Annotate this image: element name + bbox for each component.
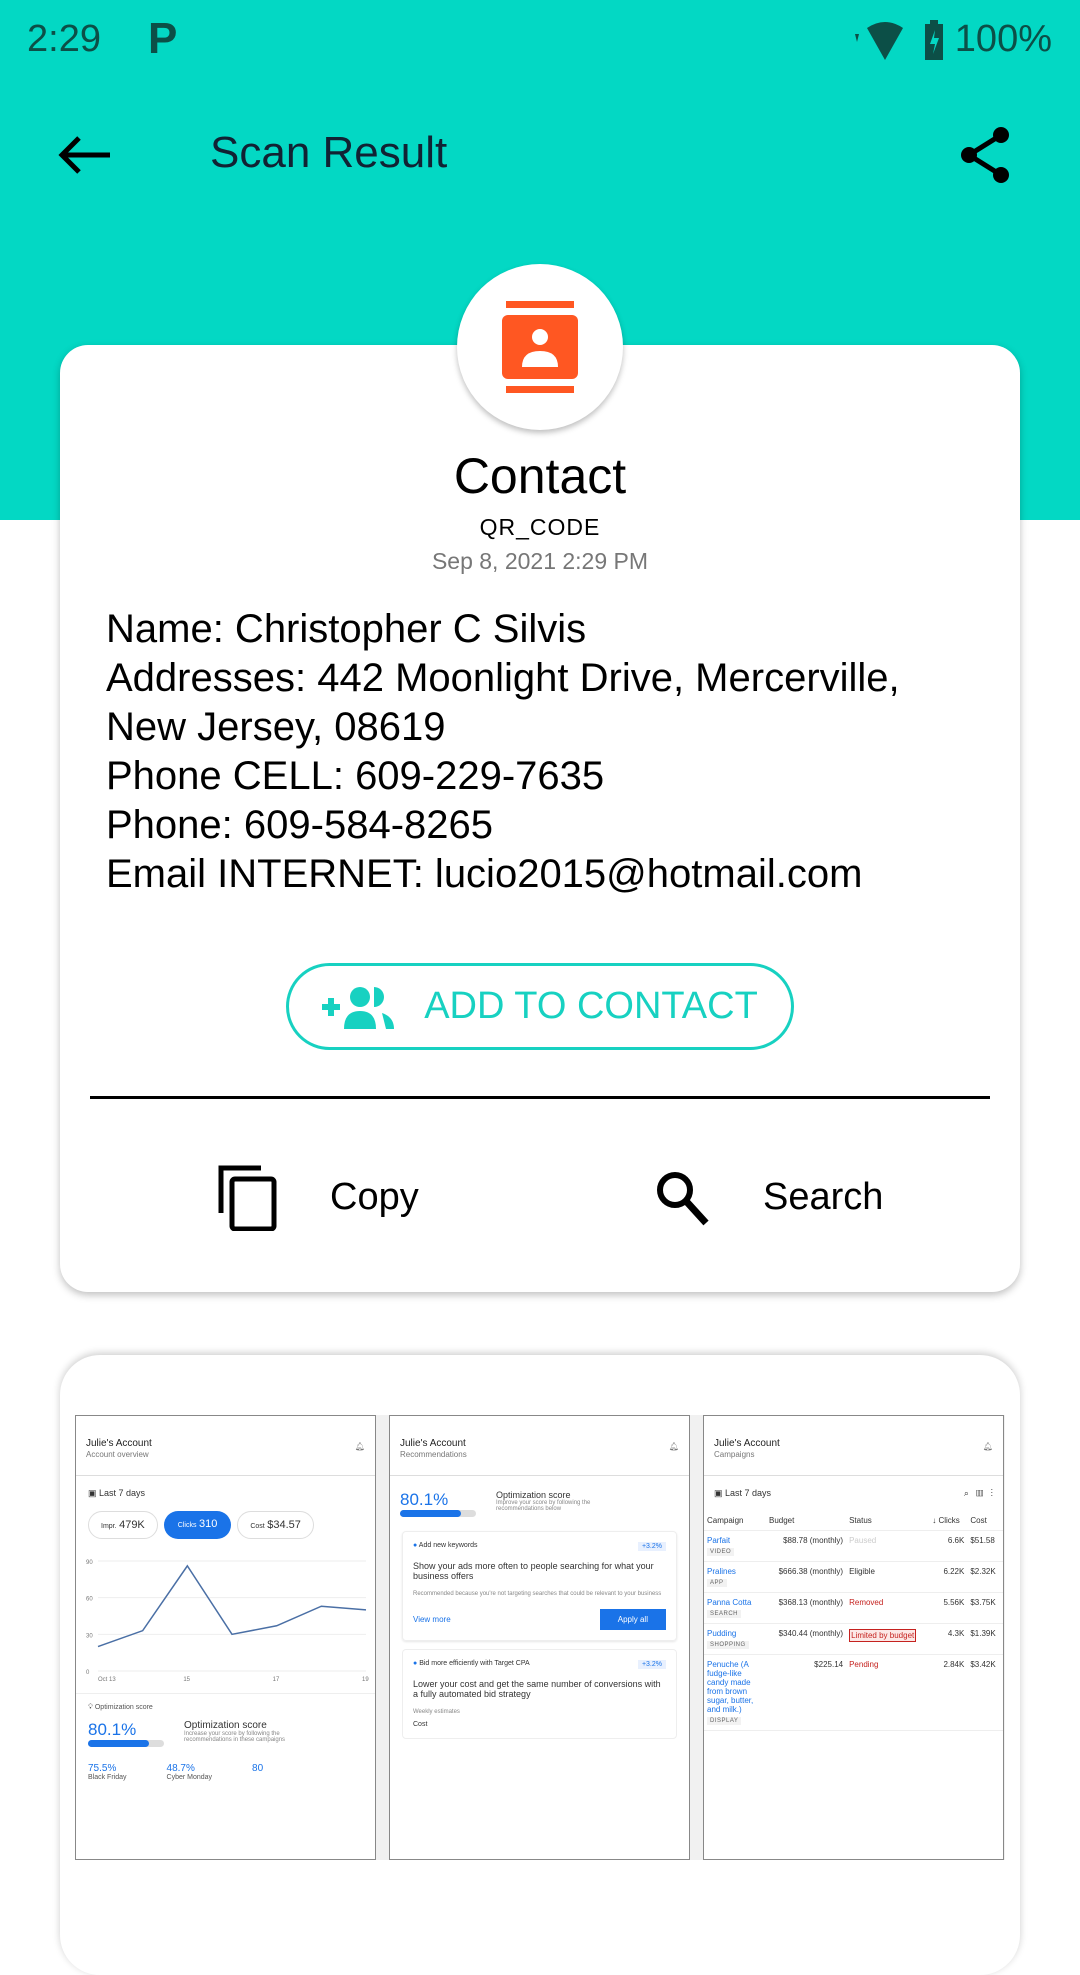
metric-clicks: Clicks 310 — [163, 1511, 232, 1539]
ad-panel-campaigns: Julie's Account Campaigns 🔔︎ ▣ Last 7 days… — [703, 1415, 1004, 1860]
campaign-row: Pralines APP $666.38 (monthly) Eligible 6.22… — [704, 1561, 1003, 1593]
table-tools-icons: ⌕ ▥ ⋮ — [963, 1488, 993, 1498]
campaign-row: Penuche (A fudge-like candy made from br… — [704, 1654, 1003, 1731]
opt-score: 80.1% — [88, 1720, 137, 1739]
clock: 2:29 — [27, 18, 101, 60]
campaign-row: Pudding SHOPPING $340.44 (monthly) Limited … — [704, 1623, 1003, 1655]
opt-section: 💡︎ Optimization score — [76, 1693, 375, 1712]
date-range-label: Last 7 days — [725, 1488, 772, 1498]
search-label: Search — [763, 1176, 884, 1218]
x-tick-label: 15 — [183, 1677, 190, 1683]
panel-subtitle: Campaigns — [714, 1450, 755, 1459]
contact-card-icon — [502, 301, 578, 393]
recommendation-card: ● Bid more efficiently with Target CPA +3… — [402, 1649, 677, 1739]
ad-card[interactable]: Julie's Account Account overview 🔔︎ ▣ Last… — [60, 1355, 1020, 1975]
apply-all-button: Apply all — [599, 1609, 666, 1630]
search-button[interactable]: Search — [655, 1160, 883, 1235]
campaign-table: Campaign Budget Status ↓ Clicks Cost Parfait… — [704, 1511, 1003, 1731]
ad-image[interactable]: Julie's Account Account overview 🔔︎ ▣ Last… — [75, 1415, 1005, 1860]
x-tick-label: Oct 13 — [98, 1677, 116, 1683]
panel-subtitle: Account overview — [86, 1450, 149, 1459]
x-tick-label: 19 — [362, 1677, 369, 1683]
date-range-label: Last 7 days — [99, 1488, 146, 1498]
divider — [90, 1096, 990, 1099]
bell-icon: 🔔︎ — [668, 1442, 679, 1451]
score-1: 75.5% — [88, 1763, 117, 1774]
status-bar: 2:29 P 100% — [0, 0, 1080, 75]
opt-score-bar — [400, 1510, 476, 1517]
account-name: Julie's Account — [714, 1438, 780, 1449]
contact-address: Addresses: 442 Moonlight Drive, Mercervi… — [106, 656, 900, 700]
clicks-line-chart: 90 60 30 0 Oct 13 15 17 19 — [86, 1560, 369, 1683]
result-timestamp: Sep 8, 2021 2:29 PM — [431, 548, 649, 574]
opt-desc: Improve your score by following the reco… — [496, 1500, 591, 1512]
copy-button[interactable]: Copy — [218, 1160, 419, 1235]
add-to-contact-label: ADD TO CONTACT — [424, 985, 758, 1027]
contact-phone: Phone: 609-584-8265 — [106, 803, 493, 847]
copy-icon — [218, 1165, 277, 1231]
bell-icon: 🔔︎ — [354, 1442, 365, 1451]
wifi-icon — [854, 21, 903, 60]
page-title: Scan Result — [210, 128, 448, 177]
opt-title: Optimization score — [184, 1720, 267, 1731]
account-name: Julie's Account — [400, 1438, 466, 1449]
contact-details[interactable]: Name: Christopher C Silvis Addresses: 44… — [106, 605, 900, 899]
share-icon[interactable] — [955, 125, 1015, 185]
campaign-row: Parfait VIDEO $88.78 (monthly) Paused 6.6K $5… — [704, 1530, 1003, 1562]
result-title: Contact — [453, 448, 627, 504]
y-tick-label: 30 — [86, 1633, 93, 1639]
opt-score-bar — [88, 1740, 164, 1747]
add-person-icon — [322, 986, 395, 1029]
copy-label: Copy — [330, 1176, 419, 1218]
metric-impressions: Impr. 479K — [88, 1511, 158, 1539]
battery-level: 100% — [954, 18, 1052, 60]
campaign-row: Panna Cotta SEARCH $368.13 (monthly) Remove… — [704, 1592, 1003, 1624]
x-tick-label: 17 — [273, 1677, 280, 1683]
contact-type-badge — [457, 264, 623, 430]
contact-email: Email INTERNET: lucio2015@hotmail.com — [106, 852, 863, 896]
recommendation-card: ● Add new keywords +3.2% Show your ads mo… — [402, 1531, 677, 1641]
bell-icon: 🔔︎ — [982, 1442, 993, 1451]
opt-title: Optimization score — [496, 1490, 571, 1500]
search-icon — [657, 1171, 709, 1225]
panel-subtitle: Recommendations — [400, 1450, 467, 1459]
contact-name: Name: Christopher C Silvis — [106, 607, 587, 651]
y-tick-label: 90 — [86, 1560, 93, 1566]
score-3: 80 — [252, 1763, 264, 1774]
y-tick-label: 0 — [86, 1670, 90, 1676]
toolbar: Scan Result — [0, 110, 1080, 200]
result-format: QR_CODE — [479, 514, 601, 540]
parking-notification-icon: P — [148, 14, 178, 63]
ad-panel-overview: Julie's Account Account overview 🔔︎ ▣ Last… — [75, 1415, 376, 1860]
opt-desc: Increase your score by following the rec… — [184, 1731, 286, 1743]
contact-address-cont: New Jersey, 08619 — [106, 705, 446, 749]
opt-score: 80.1% — [400, 1490, 449, 1509]
back-arrow-icon[interactable] — [55, 130, 115, 180]
metric-cost: Cost $34.57 — [237, 1511, 314, 1539]
contact-cell-phone: Phone CELL: 609-229-7635 — [106, 754, 605, 798]
y-tick-label: 60 — [86, 1597, 93, 1603]
view-more-link: View more — [413, 1615, 451, 1624]
date-range: ▣ Last 7 days — [88, 1488, 146, 1498]
add-to-contact-button[interactable]: ADD TO CONTACT — [286, 963, 794, 1050]
battery-charging-icon — [924, 19, 943, 60]
ad-panel-recommendations: Julie's Account Recommendations 🔔︎ 80.1% O… — [389, 1415, 690, 1860]
score-2: 48.7% — [166, 1763, 195, 1774]
account-name: Julie's Account — [86, 1438, 152, 1449]
